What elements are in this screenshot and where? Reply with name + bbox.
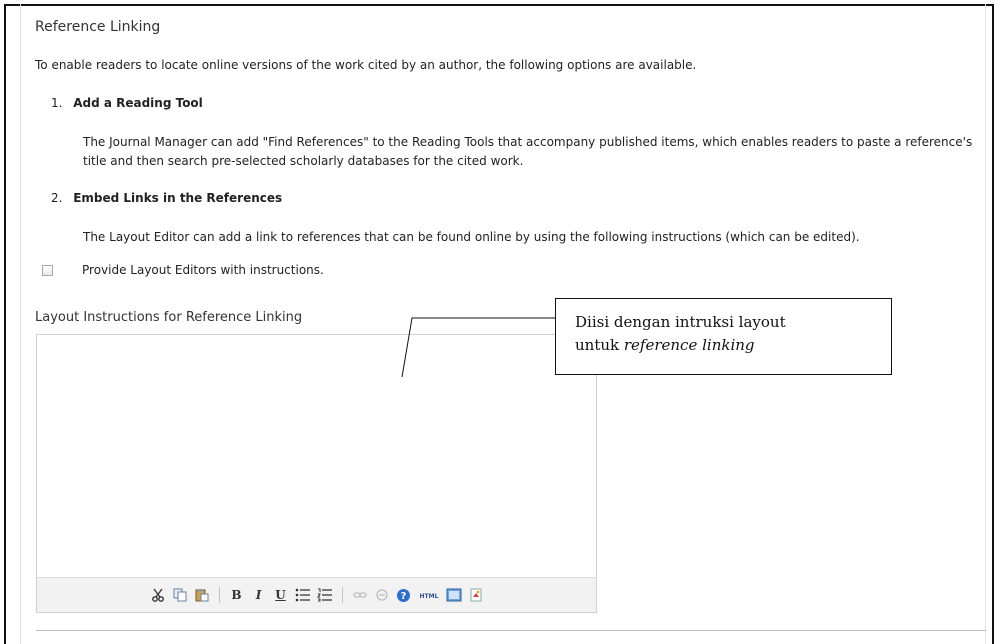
svg-text:HTML: HTML [419,593,438,600]
section-title: Reference Linking [35,19,161,35]
option-2-title: 2. Embed Links in the References [51,191,282,205]
annotation-callout: Diisi dengan intruksi layout untuk refer… [555,298,892,375]
image-icon[interactable] [468,587,484,603]
numbered-list-icon[interactable] [316,587,333,603]
html-source-icon[interactable]: HTML [418,587,440,603]
paste-icon[interactable] [194,587,210,603]
annotation-line-1: Diisi dengan intruksi layout [575,313,786,331]
option-2-title-text: Embed Links in the References [73,191,283,205]
editor-text-area[interactable] [37,335,596,578]
option-2-description: The Layout Editor can add a link to refe… [83,230,860,244]
editor-toolbar: B I U ? HTML [37,577,596,612]
copy-icon[interactable] [172,587,188,603]
option-1-title-text: Add a Reading Tool [73,96,203,110]
section-intro: To enable readers to locate online versi… [35,58,697,72]
annotation-line-2: untuk reference linking [575,334,891,357]
link-icon[interactable] [352,587,368,603]
toolbar-separator [218,587,220,603]
bullet-list-icon[interactable] [295,587,311,603]
italic-icon[interactable]: I [251,587,267,603]
svg-text:?: ? [401,591,407,602]
editor-label: Layout Instructions for Reference Linkin… [35,310,303,325]
underline-icon[interactable]: U [273,587,289,603]
section-divider [36,630,986,631]
annotation-line-2-italic: reference linking [623,336,755,354]
option-2-number: 2. [51,191,63,205]
provide-instructions-checkbox[interactable] [42,264,53,276]
option-1-title: 1. Add a Reading Tool [51,96,203,110]
provide-instructions-label[interactable]: Provide Layout Editors with instructions… [82,263,324,277]
help-icon[interactable]: ? [396,587,412,603]
layout-instructions-checkbox-row: Provide Layout Editors with instructions… [42,263,324,277]
annotation-line-2-plain: untuk [575,336,624,354]
cut-icon[interactable] [150,587,166,603]
toolbar-separator [341,587,343,603]
option-1-number: 1. [51,96,63,110]
unlink-icon[interactable] [374,587,390,603]
option-1-description: The Journal Manager can add "Find Refere… [83,135,973,168]
layout-instructions-editor: B I U ? HTML [36,334,597,613]
bold-icon[interactable]: B [229,587,245,603]
fullscreen-icon[interactable] [446,587,462,603]
